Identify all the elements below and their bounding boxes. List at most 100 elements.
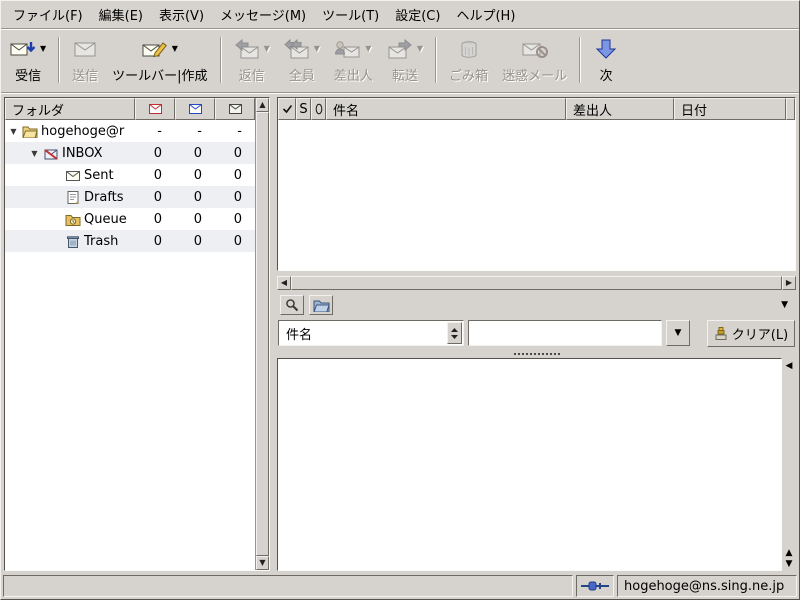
junk-mail-icon (522, 39, 548, 59)
search-input[interactable] (468, 320, 662, 346)
trash-label: ごみ箱 (449, 69, 489, 84)
new-count: 0 (193, 189, 202, 205)
scrollbar-thumb[interactable] (256, 112, 269, 556)
trash-button[interactable]: ごみ箱 (442, 31, 495, 89)
total-count: 0 (233, 167, 242, 183)
message-view-body (277, 358, 782, 571)
toolbar-separator (579, 37, 582, 83)
new-column-header[interactable] (175, 98, 215, 120)
folder-pane: フォルダ ▼ hogehoge@r - - - ▼ INBOX 0 0 0 Se… (4, 97, 270, 571)
search-field-value: 件名 (286, 327, 313, 343)
expander-icon[interactable]: ▼ (8, 127, 19, 136)
inbox-folder-icon (43, 147, 59, 160)
folder-pane-scrollbar[interactable]: ▲ ▼ (255, 98, 269, 570)
new-count: 0 (193, 233, 202, 249)
junk-mail-button[interactable]: 迷惑メール (495, 31, 574, 89)
search-toggle-button[interactable] (280, 295, 304, 315)
trash-icon (456, 39, 482, 59)
next-icon (593, 39, 619, 59)
menu-settings[interactable]: 設定(C) (387, 1, 448, 28)
scroll-left-arrow[interactable]: ◀ (277, 276, 291, 290)
folder-row-queue[interactable]: Queue 0 0 0 (5, 208, 255, 230)
menu-tools[interactable]: ツール(T) (314, 1, 387, 28)
total-column-header[interactable] (215, 98, 255, 120)
search-options-dropdown-arrow[interactable]: ▼ (776, 298, 793, 312)
send-button[interactable]: 送信 (65, 31, 105, 89)
forward-dropdown-arrow[interactable]: ▼ (417, 45, 423, 53)
menu-message[interactable]: メッセージ(M) (212, 1, 314, 28)
reply-sender-button[interactable]: ▼ 差出人 (327, 31, 380, 89)
forward-label: 転送 (391, 69, 418, 84)
account-name: hogehoge@ns.sing.ne.jp (624, 578, 785, 594)
unread-envelope-icon (148, 104, 162, 114)
connection-indicator[interactable] (576, 575, 614, 597)
reply-label: 返信 (238, 69, 265, 84)
folder-label: Trash (84, 233, 119, 249)
folder-row-trash[interactable]: Trash 0 0 0 (5, 230, 255, 252)
mark-column-header[interactable] (278, 98, 296, 120)
pane-resize-grip[interactable] (513, 352, 560, 355)
status-message-area (3, 575, 573, 597)
receive-label: 受信 (15, 69, 42, 84)
folder-column-header[interactable]: フォルダ (5, 98, 135, 120)
reply-sender-dropdown-arrow[interactable]: ▼ (365, 45, 371, 53)
search-history-dropdown[interactable]: ▼ (666, 320, 690, 346)
menu-view[interactable]: 表示(V) (151, 1, 212, 28)
compose-button[interactable]: ▼ ツールバー|作成 (105, 31, 214, 89)
status-column-header[interactable]: S (296, 98, 311, 120)
scroll-down-arrow[interactable]: ▼ (786, 560, 793, 569)
quick-search-bar: ▼ (277, 293, 796, 317)
reply-button[interactable]: ▼ 返信 (227, 31, 277, 89)
folder-row-account[interactable]: ▼ hogehoge@r - - - (5, 120, 255, 142)
reply-all-dropdown-arrow[interactable]: ▼ (314, 45, 320, 53)
from-column-header[interactable]: 差出人 (566, 98, 674, 120)
total-count: 0 (233, 189, 242, 205)
next-button[interactable]: 次 (586, 31, 626, 89)
scrollbar-thumb[interactable] (291, 276, 782, 290)
scroll-right-arrow[interactable]: ▶ (782, 276, 796, 290)
magnifier-icon (285, 298, 299, 312)
search-folder-button[interactable] (309, 295, 333, 315)
folder-row-drafts[interactable]: Drafts 0 0 0 (5, 186, 255, 208)
expander-icon[interactable]: ▼ (29, 149, 40, 158)
folder-label: Sent (84, 167, 114, 183)
connection-plug-icon (581, 580, 609, 592)
scroll-up-arrow[interactable]: ▲ (256, 98, 269, 112)
receive-dropdown-arrow[interactable]: ▼ (40, 45, 46, 53)
compose-dropdown-arrow[interactable]: ▼ (172, 45, 178, 53)
message-view: ◀ ▲ ▼ (277, 358, 796, 571)
check-mark-icon (282, 104, 293, 114)
unread-column-header[interactable] (135, 98, 175, 120)
clear-button[interactable]: クリア(L) (707, 319, 795, 347)
account-indicator[interactable]: hogehoge@ns.sing.ne.jp (617, 575, 797, 597)
mime-view-toggle-arrow[interactable]: ◀ (786, 361, 793, 371)
menu-help[interactable]: ヘルプ(H) (448, 1, 523, 28)
message-list-hscrollbar[interactable]: ◀ ▶ (277, 276, 796, 290)
forward-button[interactable]: ▼ 転送 (380, 31, 430, 89)
message-list-body[interactable] (278, 120, 795, 270)
reply-dropdown-arrow[interactable]: ▼ (264, 45, 270, 53)
message-list-header: S 件名 差出人 日付 (278, 98, 795, 120)
pane-splitter[interactable] (270, 97, 277, 571)
subject-column-header[interactable]: 件名 (326, 98, 566, 120)
junk-mail-label: 迷惑メール (502, 69, 568, 84)
folder-label: Drafts (84, 189, 124, 205)
reply-all-label: 全員 (288, 69, 315, 84)
next-label: 次 (599, 69, 613, 84)
date-column-header[interactable]: 日付 (674, 98, 786, 120)
receive-button[interactable]: ▼ 受信 (3, 31, 53, 89)
folder-column-label: フォルダ (12, 103, 65, 119)
menu-edit[interactable]: 編集(E) (91, 1, 151, 28)
scroll-up-arrow[interactable]: ▲ (786, 549, 793, 558)
folder-rows: ▼ hogehoge@r - - - ▼ INBOX 0 0 0 Sent 0 … (5, 120, 255, 570)
scroll-down-arrow[interactable]: ▼ (256, 556, 269, 570)
reply-all-button[interactable]: ▼ 全員 (277, 31, 327, 89)
folder-row-inbox[interactable]: ▼ INBOX 0 0 0 (5, 142, 255, 164)
search-field-selector[interactable]: 件名 (278, 320, 464, 346)
menu-file[interactable]: ファイル(F) (5, 1, 91, 28)
folder-row-sent[interactable]: Sent 0 0 0 (5, 164, 255, 186)
drafts-folder-icon (65, 190, 81, 204)
toolbar-separator (219, 37, 222, 83)
attachment-column-header[interactable] (311, 98, 326, 120)
unread-count: 0 (153, 233, 162, 249)
